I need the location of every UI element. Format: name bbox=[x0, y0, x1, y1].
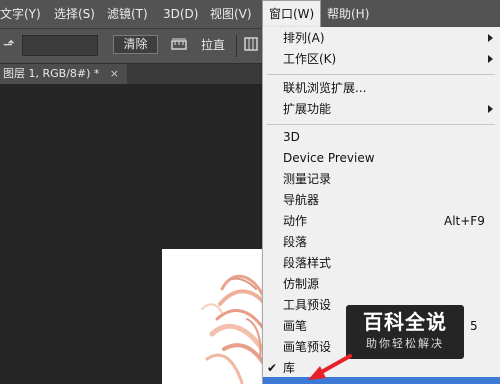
menu-view[interactable]: 视图(V) bbox=[210, 0, 252, 28]
menu-item-navigator[interactable]: 导航器 bbox=[283, 190, 319, 210]
shortcut-actions: Alt+F9 bbox=[444, 214, 485, 228]
menu-text[interactable]: 文字(Y) bbox=[0, 0, 41, 28]
menu-item-tool-presets[interactable]: 工具预设 bbox=[283, 295, 331, 315]
straighten-button[interactable]: 拉直 bbox=[201, 35, 225, 55]
checkmark-icon: ✔ bbox=[267, 361, 278, 375]
menu-filter[interactable]: 滤镜(T) bbox=[107, 0, 148, 28]
menu-item-workspace[interactable]: 工作区(K) bbox=[283, 49, 336, 69]
document-tab[interactable]: 图层 1, RGB/8#) * × bbox=[0, 64, 127, 84]
menu-item-device-preview[interactable]: Device Preview bbox=[283, 148, 375, 168]
watermark-subtitle: 助你轻松解决 bbox=[366, 337, 444, 350]
watermark-title: 百科全说 bbox=[363, 310, 447, 334]
submenu-arrow-icon bbox=[488, 55, 493, 63]
menu-3d[interactable]: 3D(D) bbox=[163, 0, 198, 28]
clear-button[interactable]: 清除 bbox=[113, 35, 158, 54]
menu-item-actions[interactable]: 动作 bbox=[283, 211, 307, 231]
illustration-sketch bbox=[201, 274, 272, 384]
annotation-arrow-icon bbox=[308, 354, 352, 380]
document-tab-label: 图层 1, RGB/8#) * bbox=[3, 67, 100, 80]
menu-separator bbox=[267, 74, 495, 75]
watermark-logo: 百科全说 助你轻松解决 bbox=[346, 305, 464, 359]
submenu-arrow-icon bbox=[488, 105, 493, 113]
menu-select[interactable]: 选择(S) bbox=[54, 0, 95, 28]
menu-window[interactable]: 窗口(W) bbox=[262, 0, 322, 28]
menu-item-paragraph-styles[interactable]: 段落样式 bbox=[283, 253, 331, 273]
toolbar-divider bbox=[236, 35, 237, 57]
shortcut-brush: 5 bbox=[470, 319, 478, 333]
menu-item-brush[interactable]: 画笔 bbox=[283, 316, 307, 336]
menu-item-arrange[interactable]: 排列(A) bbox=[283, 28, 325, 48]
menu-item-measurement-log[interactable]: 测量记录 bbox=[283, 169, 331, 189]
canvas-image bbox=[162, 249, 272, 384]
submenu-arrow-icon bbox=[488, 34, 493, 42]
menu-separator bbox=[267, 124, 495, 125]
straighten-tool-icon: ⬏ bbox=[3, 37, 15, 53]
menu-item-clone-source[interactable]: 仿制源 bbox=[283, 274, 319, 294]
menu-item-highlighted[interactable] bbox=[263, 377, 500, 384]
menu-item-libraries[interactable]: 库 bbox=[283, 358, 295, 378]
menu-item-3d[interactable]: 3D bbox=[283, 127, 300, 147]
ratio-input[interactable] bbox=[22, 35, 98, 56]
close-icon[interactable]: × bbox=[110, 64, 119, 84]
ruler-icon bbox=[170, 36, 188, 58]
menu-item-browse-extensions[interactable]: 联机浏览扩展... bbox=[283, 78, 366, 98]
menu-bar: 文字(Y) 选择(S) 滤镜(T) 3D(D) 视图(V) 窗口(W) 帮助(H… bbox=[0, 0, 500, 29]
menu-help[interactable]: 帮助(H) bbox=[327, 0, 369, 28]
grid-overlay-icon[interactable] bbox=[244, 36, 258, 58]
menu-item-paragraph[interactable]: 段落 bbox=[283, 232, 307, 252]
menu-item-extensions[interactable]: 扩展功能 bbox=[283, 99, 331, 119]
